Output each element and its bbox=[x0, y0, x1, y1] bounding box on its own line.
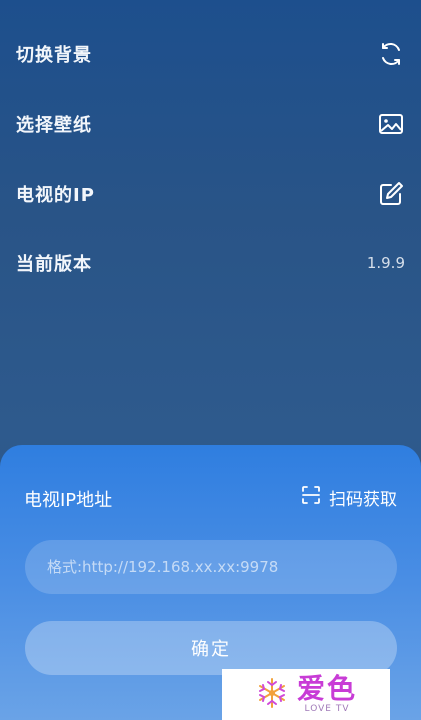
settings-item-change-background[interactable]: 切换背景 bbox=[16, 34, 405, 74]
settings-item-label: 选择壁纸 bbox=[16, 115, 92, 136]
tv-ip-input[interactable] bbox=[25, 540, 397, 594]
watermark-sub-text: LOVE TV bbox=[304, 704, 350, 714]
scan-qr-button[interactable]: 扫码获取 bbox=[301, 485, 397, 510]
settings-item-label: 当前版本 bbox=[16, 254, 92, 275]
scan-icon bbox=[301, 485, 321, 510]
confirm-button[interactable]: 确定 bbox=[25, 621, 397, 675]
refresh-icon[interactable] bbox=[377, 40, 405, 68]
image-icon[interactable] bbox=[377, 110, 405, 138]
watermark-text: 爱色 LOVE TV bbox=[297, 675, 357, 714]
settings-item-tv-ip[interactable]: 电视的IP bbox=[16, 174, 405, 214]
settings-item-label: 电视的IP bbox=[16, 185, 95, 206]
watermark-logo: 爱色 LOVE TV bbox=[222, 669, 390, 720]
scan-qr-label: 扫码获取 bbox=[329, 490, 397, 510]
dialog-title: 电视IP地址 bbox=[24, 490, 113, 511]
settings-item-select-wallpaper[interactable]: 选择壁纸 bbox=[16, 104, 405, 144]
edit-icon[interactable] bbox=[377, 180, 405, 208]
settings-item-current-version: 当前版本 1.9.9 bbox=[16, 243, 405, 283]
watermark-main-text: 爱色 bbox=[296, 672, 357, 705]
snowflake-icon bbox=[255, 676, 289, 714]
version-value: 1.9.9 bbox=[366, 254, 405, 272]
settings-item-label: 切换背景 bbox=[16, 45, 92, 66]
confirm-label: 确定 bbox=[191, 639, 231, 660]
